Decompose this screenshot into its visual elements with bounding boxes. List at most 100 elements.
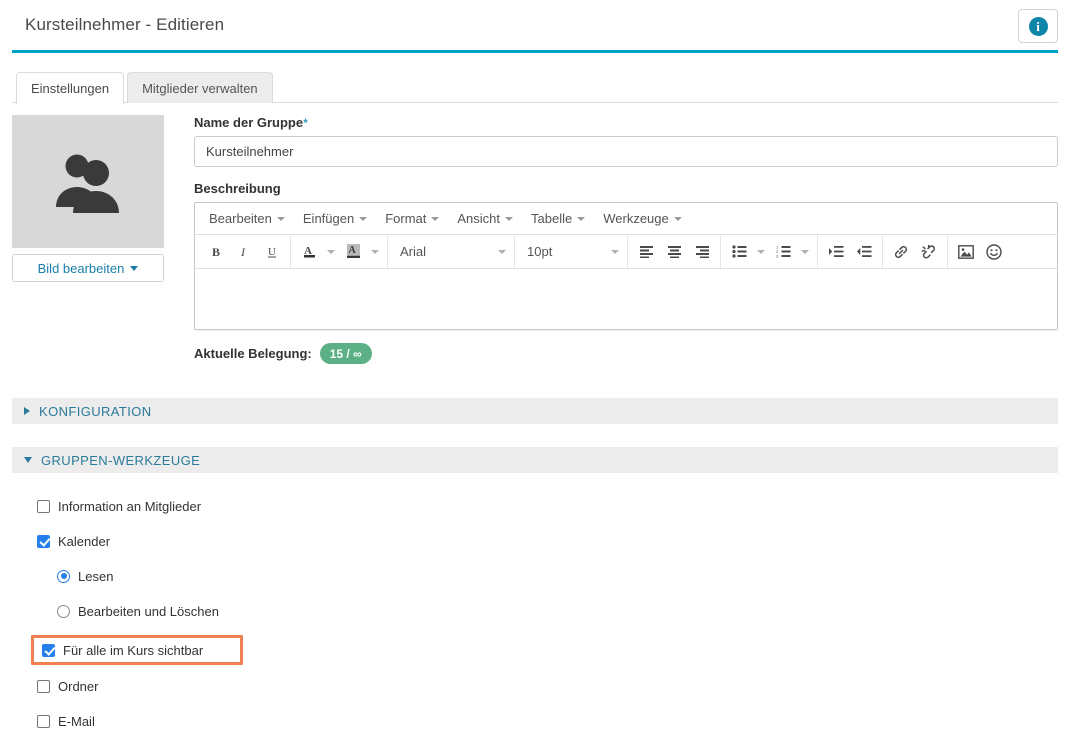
tool-label: Information an Mitglieder xyxy=(58,499,201,514)
menu-tabelle[interactable]: Tabelle xyxy=(522,206,594,232)
toolbar-group-insert xyxy=(948,235,1012,269)
emoticon-icon[interactable] xyxy=(980,239,1008,265)
chevron-down-icon xyxy=(498,250,506,254)
checkbox-kalender[interactable] xyxy=(37,535,50,548)
tab-label: Einstellungen xyxy=(31,81,109,96)
svg-text:I: I xyxy=(240,245,246,259)
group-form: Name der Gruppe* Beschreibung Bearbeiten… xyxy=(194,115,1058,364)
checkbox-fuer-alle-im-kurs-sichtbar[interactable] xyxy=(42,644,55,657)
menu-werkzeuge[interactable]: Werkzeuge xyxy=(594,206,691,232)
indent-icon[interactable] xyxy=(822,239,850,265)
chevron-down-icon xyxy=(577,217,585,221)
chevron-down-icon xyxy=(431,217,439,221)
menu-ansicht[interactable]: Ansicht xyxy=(448,206,522,232)
section-title: KONFIGURATION xyxy=(39,404,152,419)
menu-bearbeiten[interactable]: Bearbeiten xyxy=(200,206,294,232)
group-avatar xyxy=(12,115,164,248)
section-konfiguration[interactable]: KONFIGURATION xyxy=(12,398,1058,424)
description-label: Beschreibung xyxy=(194,181,1058,196)
tab-mitglieder-verwalten[interactable]: Mitglieder verwalten xyxy=(127,72,273,103)
svg-text:B: B xyxy=(212,245,220,259)
menu-einfuegen[interactable]: Einfügen xyxy=(294,206,376,232)
text-color-dropdown[interactable] xyxy=(323,239,339,265)
tool-label: Bearbeiten und Löschen xyxy=(78,604,219,619)
tool-label: Für alle im Kurs sichtbar xyxy=(63,643,203,658)
image-icon[interactable] xyxy=(952,239,980,265)
chevron-down-icon xyxy=(674,217,682,221)
section-gruppen-werkzeuge[interactable]: GRUPPEN-WERKZEUGE xyxy=(12,447,1058,473)
tool-row-ordner[interactable]: Ordner xyxy=(37,675,1058,697)
align-right-icon[interactable] xyxy=(688,239,716,265)
menu-label: Einfügen xyxy=(303,211,354,226)
section-spacer xyxy=(12,424,1058,447)
occupancy-badge: 15 / ∞ xyxy=(320,343,372,364)
page-header: Kursteilnehmer - Editieren i xyxy=(12,0,1058,53)
text-color-icon[interactable]: A xyxy=(295,239,323,265)
radio-bearbeiten-und-loeschen[interactable] xyxy=(57,605,70,618)
edit-image-button[interactable]: Bild bearbeiten xyxy=(12,254,164,282)
tool-row-bearbeiten-loeschen[interactable]: Bearbeiten und Löschen xyxy=(37,600,1058,622)
font-size-value: 10pt xyxy=(527,244,552,259)
occupancy-label: Aktuelle Belegung: xyxy=(194,346,312,361)
link-icon[interactable] xyxy=(887,239,915,265)
tool-row-kalender[interactable]: Kalender xyxy=(37,530,1058,552)
outdent-icon[interactable] xyxy=(850,239,878,265)
toolbar-group-size: 10pt xyxy=(515,235,628,269)
chevron-down-icon xyxy=(24,457,32,463)
background-color-icon[interactable]: A xyxy=(339,239,367,265)
checkbox-information-an-mitglieder[interactable] xyxy=(37,500,50,513)
menu-label: Tabelle xyxy=(531,211,572,226)
tool-label: E-Mail xyxy=(58,714,95,729)
toolbar-group-style: B I U xyxy=(198,235,291,269)
font-family-value: Arial xyxy=(400,244,426,259)
bullet-list-dropdown[interactable] xyxy=(753,239,769,265)
group-name-label-text: Name der Gruppe xyxy=(194,115,303,130)
toolbar-group-font: Arial xyxy=(388,235,515,269)
toolbar-group-link xyxy=(883,235,948,269)
chevron-right-icon xyxy=(24,407,30,415)
checkbox-e-mail[interactable] xyxy=(37,715,50,728)
rich-text-editor: Bearbeiten Einfügen Format Ansicht xyxy=(194,202,1058,330)
tool-row-email[interactable]: E-Mail xyxy=(37,710,1058,732)
chevron-down-icon xyxy=(505,217,513,221)
numbered-list-dropdown[interactable] xyxy=(797,239,813,265)
font-family-select[interactable]: Arial xyxy=(392,239,510,265)
font-size-select[interactable]: 10pt xyxy=(519,239,623,265)
align-left-icon[interactable] xyxy=(632,239,660,265)
section-title: GRUPPEN-WERKZEUGE xyxy=(41,453,200,468)
numbered-list-icon[interactable]: 123 xyxy=(769,239,797,265)
group-name-label: Name der Gruppe* xyxy=(194,115,1058,130)
edit-image-label: Bild bearbeiten xyxy=(38,261,125,276)
checkbox-ordner[interactable] xyxy=(37,680,50,693)
tool-row-information[interactable]: Information an Mitglieder xyxy=(37,495,1058,517)
menu-label: Format xyxy=(385,211,426,226)
menu-label: Werkzeuge xyxy=(603,211,669,226)
toolbar-group-indent xyxy=(818,235,883,269)
unlink-icon[interactable] xyxy=(915,239,943,265)
tab-label: Mitglieder verwalten xyxy=(142,81,258,96)
underline-icon[interactable]: U xyxy=(258,239,286,265)
align-center-icon[interactable] xyxy=(660,239,688,265)
bullet-list-icon[interactable] xyxy=(725,239,753,265)
group-tools-list: Information an Mitglieder Kalender Lesen… xyxy=(12,495,1058,732)
main-content: Bild bearbeiten Name der Gruppe* Beschre… xyxy=(12,115,1058,732)
background-color-dropdown[interactable] xyxy=(367,239,383,265)
info-button[interactable]: i xyxy=(1018,9,1058,43)
tab-einstellungen[interactable]: Einstellungen xyxy=(16,72,124,104)
editor-content-area[interactable] xyxy=(195,269,1057,329)
editor-menubar: Bearbeiten Einfügen Format Ansicht xyxy=(195,203,1057,235)
tab-bar: Einstellungen Mitglieder verwalten xyxy=(12,71,1058,103)
tool-row-lesen[interactable]: Lesen xyxy=(37,565,1058,587)
page-title: Kursteilnehmer - Editieren xyxy=(25,15,224,35)
tool-label: Ordner xyxy=(58,679,98,694)
info-icon: i xyxy=(1029,17,1048,36)
group-name-input[interactable] xyxy=(194,136,1058,167)
menu-format[interactable]: Format xyxy=(376,206,448,232)
radio-lesen[interactable] xyxy=(57,570,70,583)
group-image-block: Bild bearbeiten xyxy=(12,115,164,282)
bold-icon[interactable]: B xyxy=(202,239,230,265)
italic-icon[interactable]: I xyxy=(230,239,258,265)
tool-label: Lesen xyxy=(78,569,113,584)
occupancy-row: Aktuelle Belegung: 15 / ∞ xyxy=(194,343,1058,364)
tool-row-fuer-alle-sichtbar[interactable]: Für alle im Kurs sichtbar xyxy=(31,635,243,665)
